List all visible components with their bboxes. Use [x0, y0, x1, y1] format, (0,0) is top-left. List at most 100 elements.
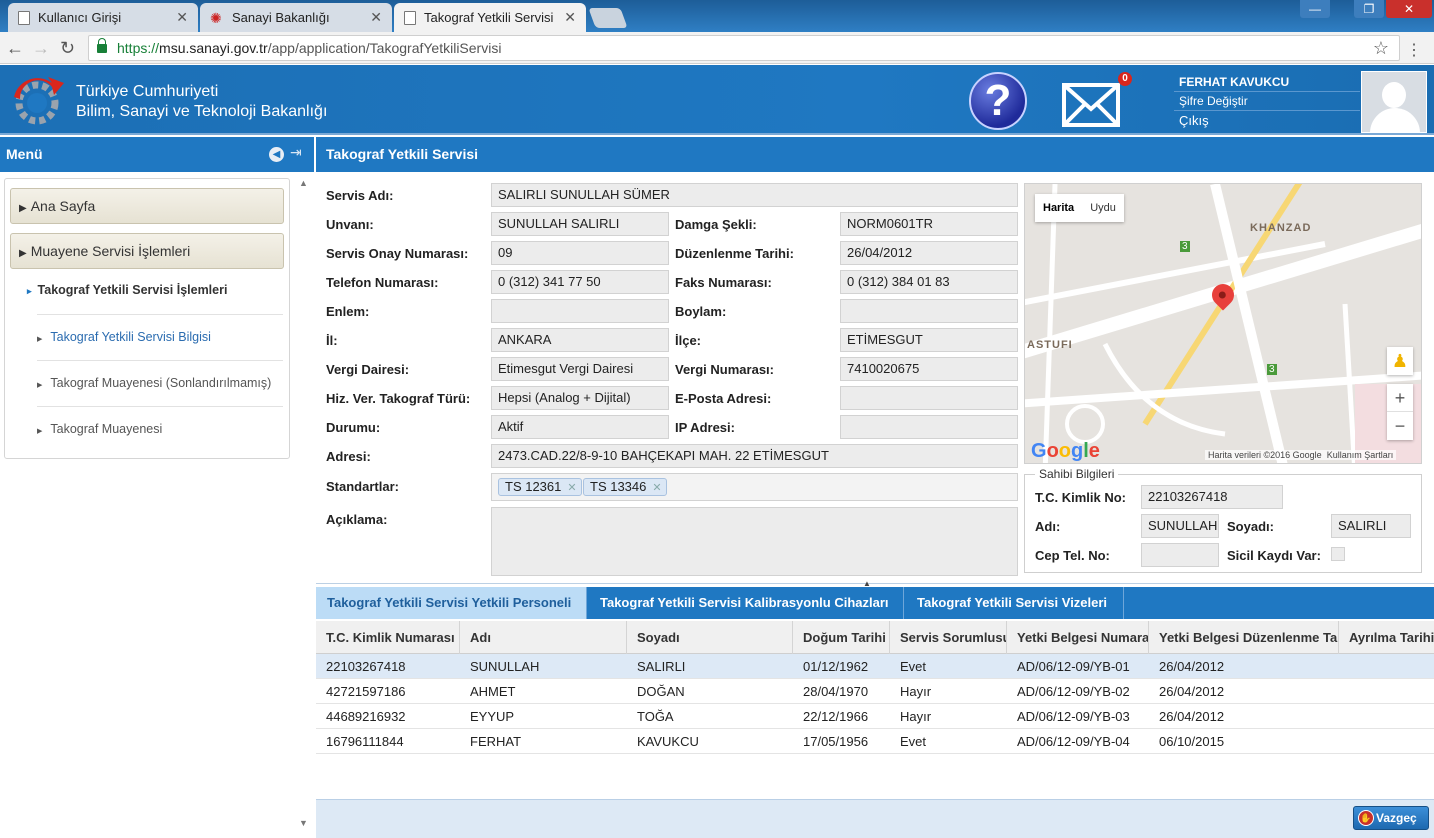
back-arrow-icon[interactable]: ←: [6, 38, 24, 59]
map-tab-harita[interactable]: Harita: [1035, 194, 1082, 222]
new-tab-button[interactable]: [588, 8, 628, 28]
vergi-dairesi-field[interactable]: Etimesgut Vergi Dairesi: [491, 357, 669, 381]
tab-title: Kullanıcı Girişi: [38, 10, 122, 25]
sidebar-panel: ▶ Ana Sayfa ▶ Muayene Servisi İşlemleri ▸ T…: [4, 178, 290, 459]
takograf-turu-field[interactable]: Hepsi (Analog + Dijital): [491, 386, 669, 410]
table-cell: [1339, 729, 1434, 754]
il-field[interactable]: ANKARA: [491, 328, 669, 352]
avatar-head: [1382, 82, 1406, 108]
sidebar-item-muayene[interactable]: ▶ Muayene Servisi İşlemleri: [10, 233, 284, 269]
ilce-field[interactable]: ETİMESGUT: [840, 328, 1018, 352]
faks-label: Faks Numarası:: [675, 275, 772, 290]
column-header[interactable]: Ayrılma Tarihi: [1339, 621, 1434, 654]
maximize-button[interactable]: ❐: [1354, 0, 1384, 18]
browser-tab-login[interactable]: Kullanıcı Girişi ✕: [8, 3, 198, 32]
durumu-field[interactable]: Aktif: [491, 415, 669, 439]
logout-link[interactable]: Çıkış: [1174, 111, 1360, 130]
street-view-pegman-icon[interactable]: ♟: [1387, 347, 1413, 375]
unvani-field[interactable]: SUNULLAH SALIRLI: [491, 212, 669, 236]
owner-cep-field[interactable]: [1141, 543, 1219, 567]
pin-menu-icon[interactable]: ⇥: [290, 144, 302, 161]
scroll-up-icon[interactable]: ▲: [299, 178, 308, 188]
table-row[interactable]: 42721597186 AHMET DOĞAN 28/04/1970 Hayır…: [316, 679, 1434, 704]
terms-link[interactable]: Kullanım Şartları: [1327, 450, 1394, 460]
tag-label: TS 13346: [590, 479, 647, 494]
mail-envelope-icon[interactable]: [1062, 83, 1120, 127]
table-row[interactable]: 22103267418 SUNULLAH SALIRLI 01/12/1962 …: [316, 654, 1434, 679]
table-row[interactable]: 44689216932 EYYUP TOĞA 22/12/1966 Hayır …: [316, 704, 1434, 729]
scroll-down-icon[interactable]: ▼: [299, 818, 308, 828]
telefon-field[interactable]: 0 (312) 341 77 50: [491, 270, 669, 294]
onay-no-field[interactable]: 09: [491, 241, 669, 265]
adres-field[interactable]: 2473.CAD.22/8-9-10 BAHÇEKAPI MAH. 22 ETİ…: [491, 444, 1018, 468]
owner-sicil-checkbox[interactable]: [1331, 547, 1345, 561]
owner-tc-field[interactable]: 22103267418: [1141, 485, 1283, 509]
tab-close-icon[interactable]: ✕: [176, 9, 188, 26]
caret-right-icon: ▶: [19, 248, 27, 259]
tab-close-icon[interactable]: ✕: [370, 9, 382, 26]
sidebar-subitem-muayene[interactable]: ▶ Takograf Muayenesi: [37, 406, 283, 451]
sidebar-subitem-bilgisi[interactable]: ▶ Takograf Yetkili Servisi Bilgisi: [37, 314, 283, 359]
tag-remove-icon[interactable]: ✕: [567, 482, 576, 494]
sidebar-scrollbar[interactable]: ▲ ▼: [298, 178, 310, 834]
collapse-menu-icon[interactable]: ◀: [269, 147, 284, 162]
change-password-link[interactable]: Şifre Değiştir: [1174, 92, 1360, 111]
table-cell: 16796111844: [326, 734, 404, 749]
column-header[interactable]: Yetki Belgesi Düzenlenme Tarihi: [1149, 621, 1339, 654]
location-map[interactable]: Harita Uydu KHANZAD ASTUFI 3 3 ♟ + − Goo…: [1024, 183, 1422, 464]
owner-cep-label: Cep Tel. No:: [1035, 548, 1110, 563]
bookmark-star-icon[interactable]: ☆: [1373, 38, 1389, 59]
browser-tab-active[interactable]: Takograf Yetkili Servisi Bi ✕: [394, 3, 586, 32]
google-logo: Google: [1031, 440, 1100, 462]
faks-field[interactable]: 0 (312) 384 01 83: [840, 270, 1018, 294]
help-question-icon[interactable]: ?: [969, 72, 1027, 130]
table-cell: 44689216932: [326, 709, 406, 724]
table-row[interactable]: 16796111844 FERHAT KAVUKCU 17/05/1956 Ev…: [316, 729, 1434, 754]
browser-tab-bar: Kullanıcı Girişi ✕ ✺ Sanayi Bakanlığı ✕ …: [0, 0, 1434, 32]
browser-tab-ministry[interactable]: ✺ Sanayi Bakanlığı ✕: [200, 3, 392, 32]
tag-remove-icon[interactable]: ✕: [652, 482, 661, 494]
column-header[interactable]: Soyadı: [627, 621, 793, 654]
damga-sekli-field[interactable]: NORM0601TR: [840, 212, 1018, 236]
enlem-field[interactable]: [491, 299, 669, 323]
boylam-field[interactable]: [840, 299, 1018, 323]
zoom-out-button[interactable]: −: [1387, 412, 1413, 440]
table-cell: DOĞAN: [637, 684, 685, 699]
standard-tag[interactable]: TS 13346 ✕: [583, 478, 667, 496]
column-header[interactable]: Adı: [460, 621, 627, 654]
attribution-text: Harita verileri ©2016 Google: [1208, 450, 1322, 460]
column-header[interactable]: Doğum Tarihi: [793, 621, 890, 654]
ip-field[interactable]: [840, 415, 1018, 439]
vergi-no-field[interactable]: 7410020675: [840, 357, 1018, 381]
sidebar-subitem-muayene-open[interactable]: ▶ Takograf Muayenesi (Sonlandırılmamış): [37, 360, 283, 405]
tab-close-icon[interactable]: ✕: [564, 9, 576, 26]
reload-icon[interactable]: ↻: [60, 38, 75, 59]
zoom-in-button[interactable]: +: [1387, 384, 1413, 412]
owner-adi-field[interactable]: SUNULLAH: [1141, 514, 1219, 538]
url-input[interactable]: https:// msu.sanayi.gov.tr /app/applicat…: [88, 35, 1400, 61]
table-cell: AD/06/12-09/YB-01: [1017, 659, 1130, 674]
tab-kalibrasyonlu-cihazlar[interactable]: Takograf Yetkili Servisi Kalibrasyonlu C…: [589, 587, 904, 619]
minimize-button[interactable]: —: [1300, 0, 1330, 18]
durumu-label: Durumu:: [326, 420, 381, 435]
sidebar-item-ana-sayfa[interactable]: ▶ Ana Sayfa: [10, 188, 284, 224]
cancel-button[interactable]: ✋ Vazgeç: [1353, 806, 1429, 830]
tab-vizeler[interactable]: Takograf Yetkili Servisi Vizeleri: [906, 587, 1124, 619]
standard-tag[interactable]: TS 12361 ✕: [498, 478, 582, 496]
eposta-field[interactable]: [840, 386, 1018, 410]
column-header[interactable]: Servis Sorumlusu: [890, 621, 1007, 654]
window-close-button[interactable]: ✕: [1386, 0, 1432, 18]
map-tab-uydu[interactable]: Uydu: [1082, 194, 1124, 222]
owner-soyadi-field[interactable]: SALIRLI: [1331, 514, 1411, 538]
page-icon: [404, 10, 416, 25]
tab-yetkili-personel[interactable]: Takograf Yetkili Servisi Yetkili Persone…: [316, 587, 587, 619]
duzenlenme-field[interactable]: 26/04/2012: [840, 241, 1018, 265]
browser-menu-icon[interactable]: ⋮: [1406, 40, 1422, 60]
column-header[interactable]: T.C. Kimlik Numarası: [316, 621, 460, 654]
aciklama-textarea[interactable]: [491, 507, 1018, 576]
standartlar-field[interactable]: TS 12361 ✕ TS 13346 ✕: [491, 473, 1018, 501]
sidebar-section-title[interactable]: ▸ Takograf Yetkili Servisi İşlemleri: [27, 283, 227, 297]
servis-adi-field[interactable]: SALIRLI SUNULLAH SÜMER: [491, 183, 1018, 207]
forward-arrow-icon[interactable]: →: [32, 38, 50, 59]
column-header[interactable]: Yetki Belgesi Numarası: [1007, 621, 1149, 654]
